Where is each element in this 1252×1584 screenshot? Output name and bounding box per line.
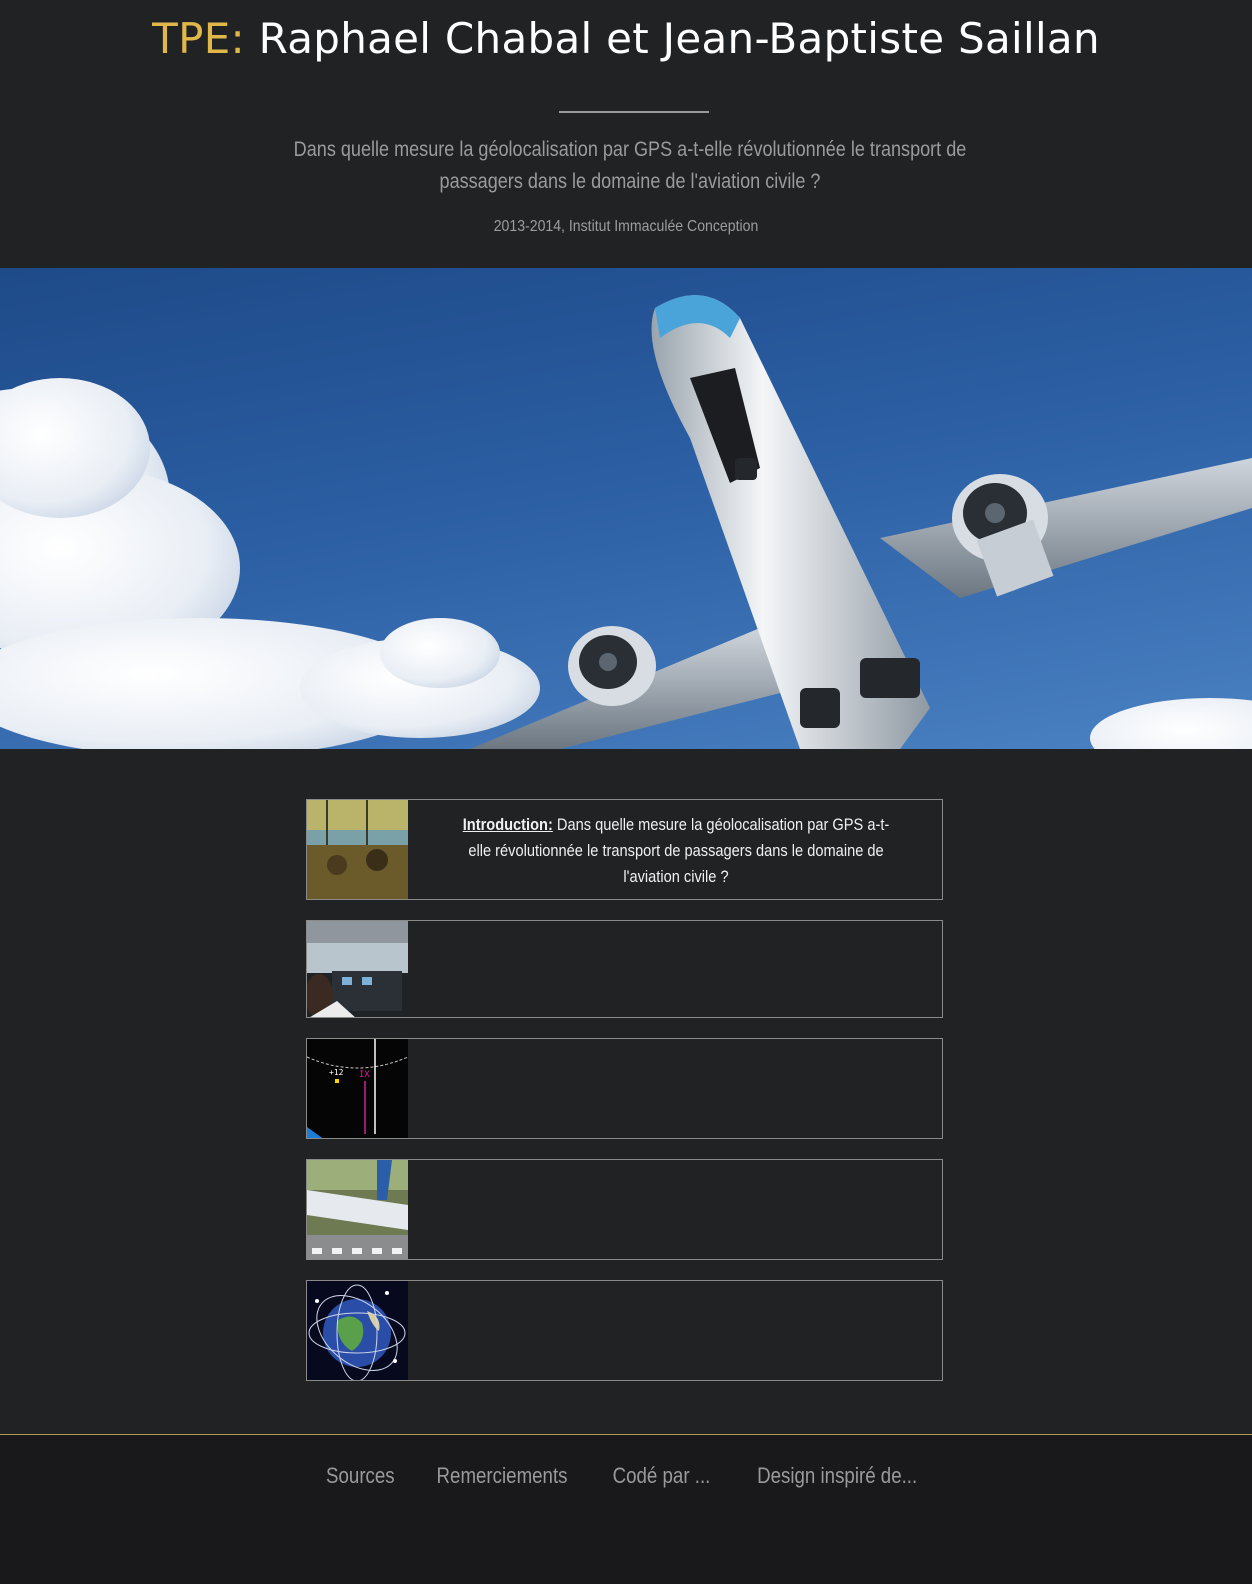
svg-text:IX: IX xyxy=(359,1070,370,1080)
title-prefix: TPE: xyxy=(152,14,245,63)
footer-link-sources[interactable]: Sources xyxy=(326,1463,395,1489)
chapter-card-3[interactable]: IX +12 xyxy=(306,1038,943,1139)
footer-link-code-par[interactable]: Codé par ... xyxy=(613,1463,711,1489)
gps-satellites-thumbnail xyxy=(307,1281,408,1380)
hero-airplane-image xyxy=(0,268,1252,749)
title-divider xyxy=(559,111,709,113)
meta-info: 2013-2014, Institut Immaculée Conception xyxy=(493,218,759,235)
cockpit-thumbnail xyxy=(307,921,408,1017)
chapter-card-4[interactable] xyxy=(306,1159,943,1260)
airplane-landing-thumbnail xyxy=(307,1160,408,1259)
site-title: TPE: Raphael Chabal et Jean-Baptiste Sai… xyxy=(0,14,1252,63)
title-main: Raphael Chabal et Jean-Baptiste Saillan xyxy=(245,14,1100,63)
footer-link-design[interactable]: Design inspiré de... xyxy=(757,1463,917,1489)
navigation-display-thumbnail: IX +12 xyxy=(307,1039,408,1138)
chapter-card-text: Introduction: Dans quelle mesure la géol… xyxy=(455,812,897,890)
footer-nav: Sources Remerciements Codé par ... Desig… xyxy=(0,1463,1252,1489)
chapter-card-5[interactable] xyxy=(306,1280,943,1381)
site-header: TPE: Raphael Chabal et Jean-Baptiste Sai… xyxy=(0,0,1252,268)
control-tower-thumbnail xyxy=(307,800,408,899)
subtitle: Dans quelle mesure la géolocalisation pa… xyxy=(293,138,967,193)
svg-text:+12: +12 xyxy=(329,1068,344,1077)
chapter-card-introduction[interactable]: Introduction: Dans quelle mesure la géol… xyxy=(306,799,943,900)
chapter-card-lead[interactable]: Introduction: xyxy=(463,815,553,834)
footer-link-remerciements[interactable]: Remerciements xyxy=(437,1463,568,1489)
chapter-card-2[interactable] xyxy=(306,920,943,1018)
site-footer: Sources Remerciements Codé par ... Desig… xyxy=(0,1434,1252,1584)
